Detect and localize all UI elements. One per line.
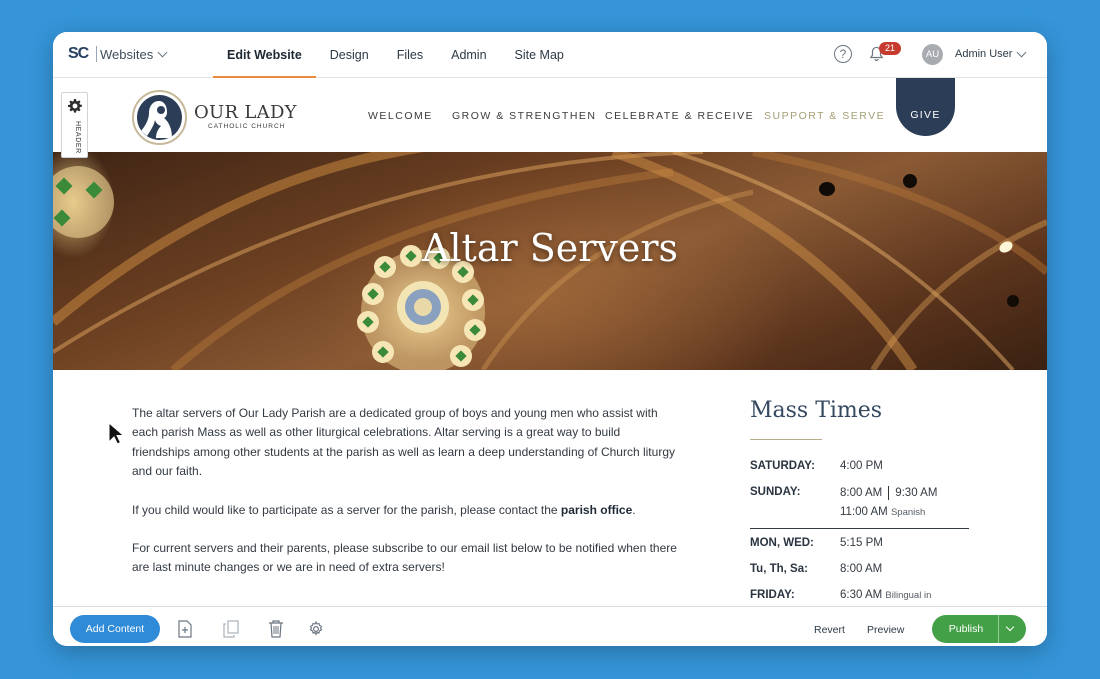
mass-title-underline: [750, 439, 822, 440]
mass-time-tu-th-sa: 8:00 AM: [840, 563, 883, 575]
church-name[interactable]: OUR LADY: [194, 102, 297, 123]
editor-toolbar: Add Content Revert Preview Publish: [53, 606, 1047, 646]
websites-label: Websites: [100, 47, 154, 62]
mass-day-friday: FRIDAY:: [750, 589, 795, 601]
intro-paragraph[interactable]: The altar servers of Our Lady Parish are…: [132, 404, 677, 481]
church-logo-emblem: [137, 95, 182, 140]
tab-admin[interactable]: Admin: [437, 32, 500, 78]
chevron-down-icon[interactable]: [1005, 622, 1015, 632]
friday-time: 6:30 AM: [840, 589, 883, 601]
site-header: HEADER OUR LADY CATHOLIC CHURCH WELCOME …: [53, 78, 1047, 158]
subscribe-paragraph[interactable]: For current servers and their parents, p…: [132, 539, 677, 578]
page-content: The altar servers of Our Lady Parish are…: [53, 370, 1047, 606]
sunday-time-1: 8:00 AM: [840, 487, 883, 500]
mass-time-mon-wed: 5:15 PM: [840, 537, 883, 549]
mass-time-saturday: 4:00 PM: [840, 460, 883, 472]
mass-times-title[interactable]: Mass Times: [750, 398, 882, 423]
parish-office-link[interactable]: parish office: [561, 503, 632, 517]
trash-icon[interactable]: [268, 620, 284, 638]
page-title[interactable]: Altar Servers: [53, 226, 1047, 270]
revert-button[interactable]: Revert: [814, 624, 845, 636]
tab-design[interactable]: Design: [316, 32, 383, 78]
duplicate-icon[interactable]: [223, 620, 239, 638]
cms-nav: Edit Website Design Files Admin Site Map: [213, 32, 578, 78]
chevron-down-icon[interactable]: [1016, 47, 1027, 58]
header-handle-label: HEADER: [74, 121, 81, 154]
contact-paragraph[interactable]: If you child would like to participate a…: [132, 501, 677, 520]
app-window: SC Websites Edit Website Design Files Ad…: [53, 32, 1047, 646]
add-content-button[interactable]: Add Content: [70, 615, 160, 643]
mass-time-friday: 6:30 AM Bilingual in: [840, 589, 931, 601]
cms-topbar: SC Websites Edit Website Design Files Ad…: [53, 32, 1047, 78]
preview-button[interactable]: Preview: [867, 624, 904, 636]
church-subtitle: CATHOLIC CHURCH: [208, 123, 286, 130]
sc-logo[interactable]: SC: [68, 45, 89, 63]
site-nav-welcome[interactable]: WELCOME: [368, 110, 433, 122]
site-nav-grow-strengthen[interactable]: GROW & STRENGTHEN: [452, 110, 597, 122]
mass-day-saturday: SATURDAY:: [750, 460, 815, 472]
settings-gear-icon[interactable]: [308, 620, 324, 638]
mass-time-sunday: 8:00 AM 9:30 AM: [840, 486, 937, 500]
site-nav-support-serve[interactable]: SUPPORT & SERVE: [764, 110, 885, 122]
madonna-silhouette-icon: [141, 101, 172, 138]
mass-day-sunday: SUNDAY:: [750, 486, 801, 498]
hero-banner[interactable]: Altar Servers: [53, 152, 1047, 370]
logo-divider: [96, 46, 97, 62]
mouse-cursor-icon: [108, 422, 124, 445]
avatar[interactable]: AU: [922, 44, 943, 65]
church-logo[interactable]: [132, 90, 187, 145]
help-icon[interactable]: ?: [834, 45, 852, 63]
give-button[interactable]: GIVE: [896, 78, 955, 136]
mass-times-divider: [750, 528, 969, 529]
contact-text: If you child would like to participate a…: [132, 503, 561, 517]
websites-dropdown[interactable]: Websites: [100, 47, 168, 62]
add-page-icon[interactable]: [177, 620, 193, 638]
notification-badge: 21: [879, 42, 901, 55]
header-section-handle[interactable]: HEADER: [61, 92, 88, 158]
chevron-down-icon: [157, 47, 168, 58]
publish-button[interactable]: Publish: [932, 615, 1026, 643]
publish-divider: [998, 615, 999, 643]
tab-site-map[interactable]: Site Map: [501, 32, 578, 78]
user-menu[interactable]: Admin User: [955, 48, 1012, 60]
contact-text-end: .: [632, 503, 636, 517]
publish-label: Publish: [948, 623, 984, 635]
mass-day-tu-th-sa: Tu, Th, Sa:: [750, 563, 808, 575]
site-nav-celebrate-receive[interactable]: CELEBRATE & RECEIVE: [605, 110, 754, 122]
time-separator: [888, 486, 890, 500]
mass-time-sunday-late: 11:00 AM Spanish: [840, 506, 925, 518]
sunday-time-3: 11:00 AM: [840, 506, 888, 518]
friday-note: Bilingual in: [885, 590, 932, 601]
sunday-note: Spanish: [890, 507, 926, 518]
mass-day-mon-wed: MON, WED:: [750, 537, 814, 549]
tab-edit-website[interactable]: Edit Website: [213, 32, 316, 78]
sc-logo-text: SC: [68, 45, 89, 62]
sunday-time-2: 9:30 AM: [895, 487, 938, 500]
gear-icon[interactable]: [68, 99, 82, 113]
tab-files[interactable]: Files: [383, 32, 437, 78]
